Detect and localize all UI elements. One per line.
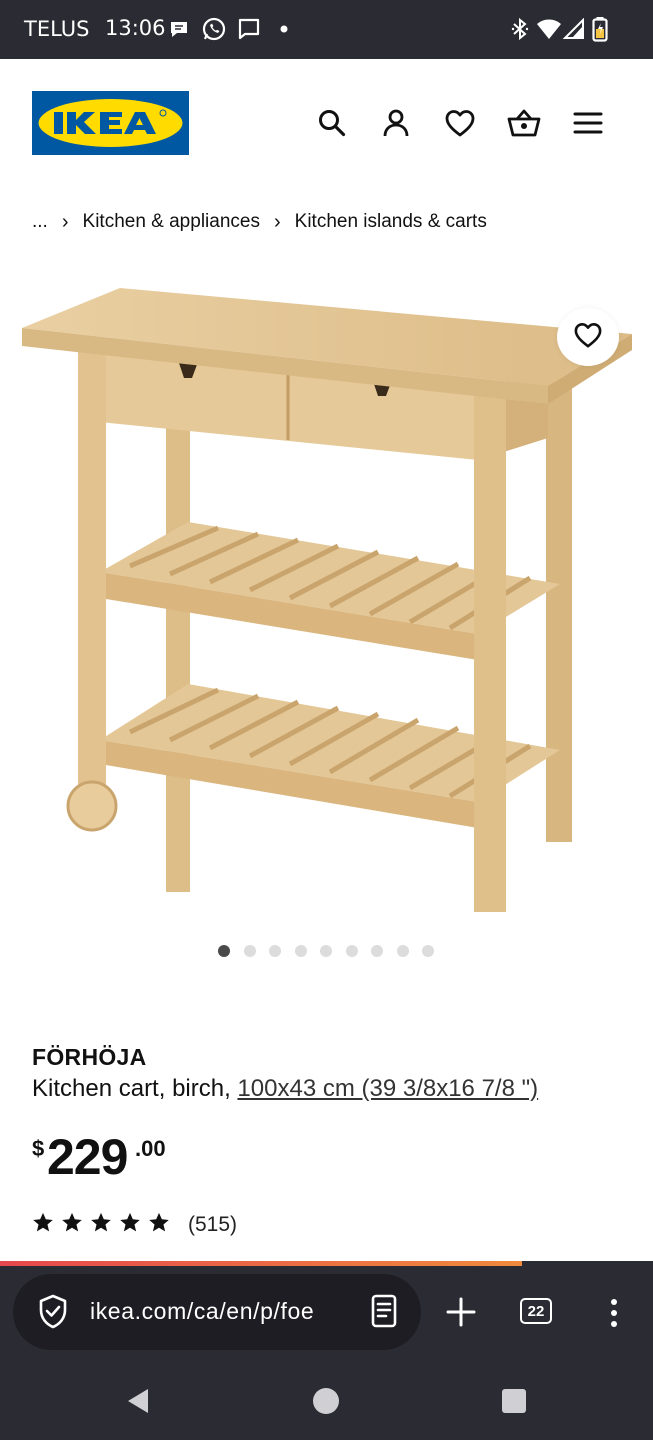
price-cents: .00 bbox=[135, 1136, 166, 1161]
carousel-dot[interactable] bbox=[294, 945, 307, 957]
home-icon[interactable] bbox=[312, 1387, 340, 1420]
menu-icon[interactable] bbox=[568, 103, 608, 143]
carousel-dot[interactable] bbox=[422, 945, 434, 957]
product-image[interactable] bbox=[0, 262, 653, 932]
favorite-button[interactable] bbox=[557, 308, 619, 366]
carousel-dot[interactable] bbox=[243, 945, 256, 957]
status-bar: TELUS 13:06 bbox=[0, 0, 653, 59]
star-icon bbox=[148, 1212, 170, 1238]
dot-icon bbox=[279, 16, 289, 42]
wifi-icon bbox=[536, 16, 562, 42]
carousel-dot[interactable] bbox=[396, 945, 409, 957]
product-description: Kitchen cart, birch, 100x43 cm (39 3/8x1… bbox=[32, 1075, 538, 1103]
product-name: FÖRHÖJA bbox=[32, 1044, 147, 1070]
carrier-name: TELUS bbox=[24, 17, 90, 41]
reader-mode-icon[interactable] bbox=[369, 1293, 399, 1334]
star-icon bbox=[32, 1212, 54, 1238]
star-icon bbox=[61, 1212, 83, 1238]
shield-check-icon[interactable] bbox=[37, 1294, 69, 1335]
carousel-dot[interactable] bbox=[218, 945, 230, 957]
breadcrumb-separator: › bbox=[273, 210, 281, 233]
star-icon bbox=[119, 1212, 141, 1238]
carousel-dot[interactable] bbox=[269, 945, 281, 957]
price-currency: $ bbox=[32, 1136, 45, 1161]
price-main: 229 bbox=[47, 1129, 128, 1185]
whatsapp-icon bbox=[201, 16, 227, 42]
wishlist-heart-icon[interactable] bbox=[440, 103, 480, 143]
rating-count: (515) bbox=[188, 1213, 238, 1236]
message-icon bbox=[237, 16, 261, 42]
carousel-dot[interactable] bbox=[371, 945, 383, 957]
bluetooth-icon bbox=[510, 16, 530, 42]
chat-bubble-icon bbox=[168, 16, 190, 42]
status-time: 13:06 bbox=[105, 16, 166, 40]
more-vertical-icon[interactable] bbox=[602, 1296, 626, 1330]
star-icon bbox=[90, 1212, 112, 1238]
breadcrumb-ellipsis[interactable]: ... bbox=[32, 211, 48, 233]
tab-count: 22 bbox=[520, 1298, 552, 1324]
url-text[interactable]: ikea.com/ca/en/p/foe bbox=[90, 1298, 346, 1325]
system-nav-bar bbox=[0, 1360, 653, 1440]
breadcrumb-separator: › bbox=[61, 210, 69, 233]
ikea-logo[interactable] bbox=[32, 91, 189, 155]
product-size-link[interactable]: 100x43 cm (39 3/8x16 7/8 ") bbox=[237, 1075, 538, 1102]
product-rating[interactable]: (515) bbox=[32, 1211, 237, 1239]
battery-icon bbox=[592, 16, 608, 42]
new-tab-plus-icon[interactable] bbox=[443, 1294, 479, 1330]
carousel-dot[interactable] bbox=[345, 945, 358, 957]
tabs-icon[interactable]: 22 bbox=[520, 1298, 552, 1324]
heart-icon bbox=[573, 321, 603, 354]
back-icon[interactable] bbox=[124, 1387, 152, 1420]
breadcrumb-item-kitchen-islands-carts[interactable]: Kitchen islands & carts bbox=[295, 211, 487, 233]
rating-stars bbox=[32, 1212, 170, 1238]
carousel-dot[interactable] bbox=[320, 945, 332, 957]
account-icon[interactable] bbox=[376, 103, 416, 143]
signal-icon bbox=[563, 16, 585, 42]
recents-icon[interactable] bbox=[501, 1388, 527, 1419]
browser-toolbar: ikea.com/ca/en/p/foe 22 bbox=[0, 1266, 653, 1360]
carousel-dots bbox=[218, 945, 434, 957]
shopping-bag-icon[interactable] bbox=[504, 103, 544, 143]
site-header bbox=[0, 59, 653, 189]
breadcrumb: ... › Kitchen & appliances › Kitchen isl… bbox=[32, 208, 487, 236]
product-description-text: Kitchen cart, birch, bbox=[32, 1075, 238, 1102]
breadcrumb-item-kitchen-appliances[interactable]: Kitchen & appliances bbox=[83, 211, 260, 233]
search-icon[interactable] bbox=[312, 103, 352, 143]
address-bar[interactable]: ikea.com/ca/en/p/foe bbox=[13, 1274, 421, 1350]
